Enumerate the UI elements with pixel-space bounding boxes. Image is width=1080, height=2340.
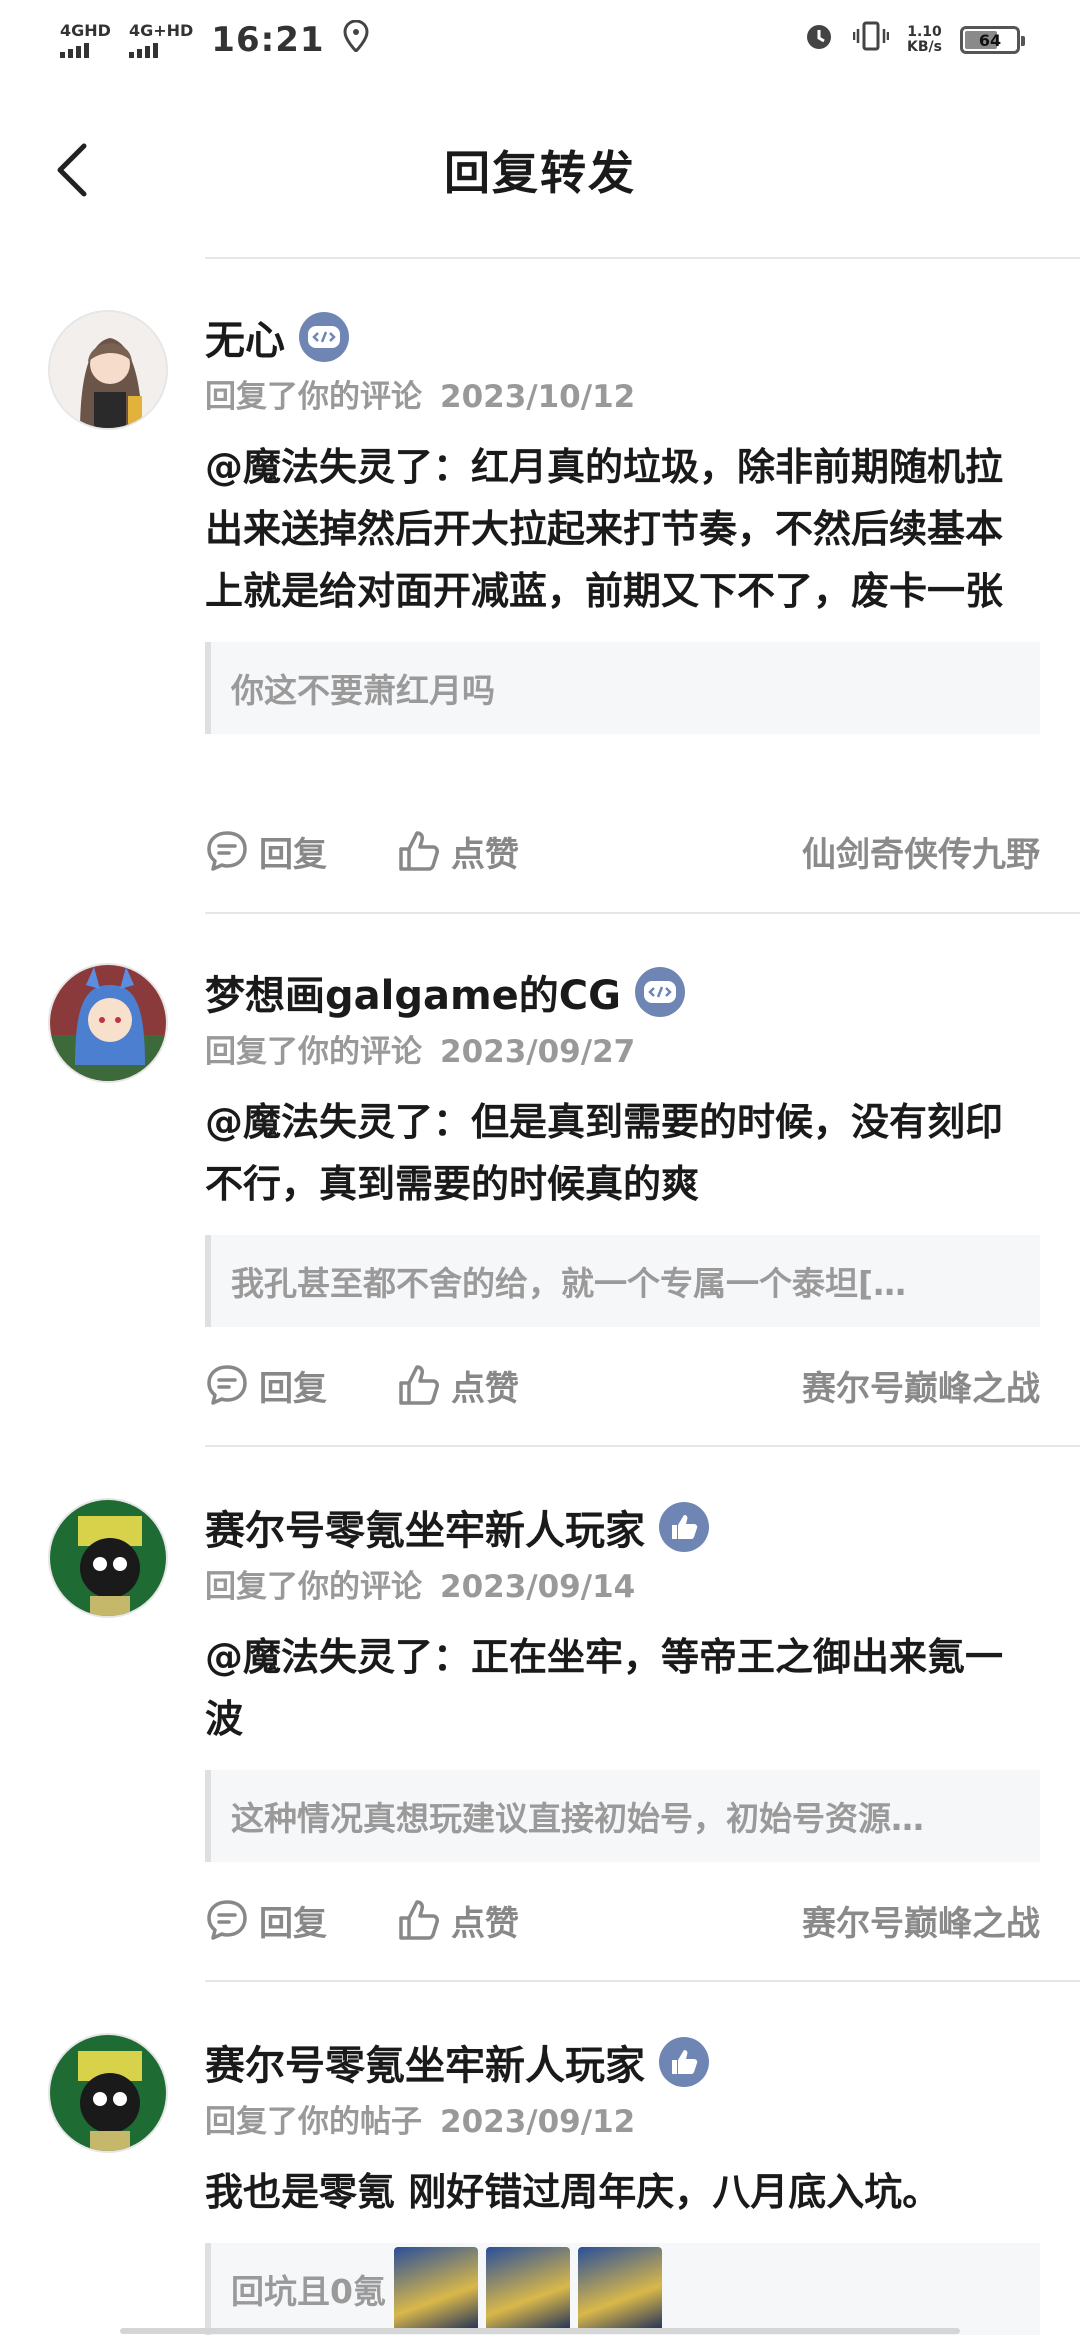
reply-text[interactable]: @魔法失灵了：正在坐牢，等帝王之御出来氪一波 xyxy=(205,1626,1040,1750)
quoted-post[interactable]: 回坑且0氪 xyxy=(205,2243,1040,2335)
alarm-icon xyxy=(803,20,835,60)
avatar[interactable] xyxy=(48,2033,168,2153)
thumbs-up-icon xyxy=(399,831,439,871)
reply-meta: 回复了你的评论 2023/09/14 xyxy=(205,1569,636,1605)
thumbs-up-badge-icon xyxy=(659,2037,709,2087)
battery-icon: 64 xyxy=(960,26,1025,54)
comment-icon xyxy=(207,1900,247,1940)
signal-2-icon: 4G+HD xyxy=(128,22,193,58)
user-name[interactable]: 赛尔号零氪坐牢新人玩家 xyxy=(205,1498,645,1556)
developer-badge-icon xyxy=(299,312,349,362)
home-indicator[interactable] xyxy=(120,2328,960,2334)
user-name[interactable]: 梦想画galgame的CG xyxy=(205,963,621,1021)
list-item[interactable]: 梦想画galgame的CG 回复了你的评论 2023/09/27 @魔法失灵了：但… xyxy=(0,955,1080,1445)
thumbs-up-badge-icon xyxy=(659,1502,709,1552)
comment-icon xyxy=(207,831,247,871)
network-speed: 1.10 KB/s xyxy=(907,24,942,55)
clock: 16:21 xyxy=(211,20,325,60)
reply-button[interactable]: 回复 xyxy=(205,1361,327,1410)
like-button[interactable]: 点赞 xyxy=(397,827,519,876)
action-bar: 回复 点赞 赛尔号巅峰之战 xyxy=(205,1350,1040,1420)
reply-meta: 回复了你的评论 2023/10/12 xyxy=(205,379,636,415)
comment-icon xyxy=(207,1365,247,1405)
thumbs-up-icon xyxy=(399,1900,439,1940)
user-name[interactable]: 无心 xyxy=(205,308,285,366)
reply-button[interactable]: 回复 xyxy=(205,827,327,876)
avatar[interactable] xyxy=(48,310,168,430)
reply-text[interactable]: @魔法失灵了：但是真到需要的时候，没有刻印不行，真到需要的时候真的爽 xyxy=(205,1091,1040,1215)
like-button[interactable]: 点赞 xyxy=(397,1361,519,1410)
divider xyxy=(205,257,1080,259)
source-game[interactable]: 仙剑奇侠传九野 xyxy=(802,827,1040,876)
avatar[interactable] xyxy=(48,963,168,1083)
post-text[interactable]: 我也是零氪 刚好错过周年庆，八月底入坑。 xyxy=(205,2161,1040,2223)
vibrate-icon xyxy=(852,20,890,60)
like-button[interactable]: 点赞 xyxy=(397,1896,519,1945)
list-item[interactable]: 赛尔号零氪坐牢新人玩家 回复了你的评论 2023/09/14 @魔法失灵了：正在坐… xyxy=(0,1490,1080,1980)
list-item[interactable]: 无心 回复了你的评论 2023/10/12 @魔法失灵了：红月真的垃圾，除非前期随… xyxy=(0,300,1080,912)
user-name[interactable]: 赛尔号零氪坐牢新人玩家 xyxy=(205,2033,645,2091)
image-thumbnail[interactable] xyxy=(577,2247,662,2331)
quoted-comment[interactable]: 这种情况真想玩建议直接初始号，初始号资源… xyxy=(205,1770,1040,1862)
image-thumbnail[interactable] xyxy=(485,2247,570,2331)
divider xyxy=(205,912,1080,914)
quoted-comment[interactable]: 我孔甚至都不舍的给，就一个专属一个泰坦[… xyxy=(205,1235,1040,1327)
quoted-comment[interactable]: 你这不要萧红月吗 xyxy=(205,642,1040,734)
action-bar: 回复 点赞 仙剑奇侠传九野 xyxy=(205,816,1040,886)
status-bar: 4GHD 4G+HD 16:21 1.10 KB/s 64 xyxy=(0,0,1080,80)
reply-text[interactable]: @魔法失灵了：红月真的垃圾，除非前期随机拉出来送掉然后开大拉起来打节奏，不然后续… xyxy=(205,436,1040,622)
top-bar: 回复转发 xyxy=(0,110,1080,230)
thumbs-up-icon xyxy=(399,1365,439,1405)
avatar[interactable] xyxy=(48,1498,168,1618)
reply-button[interactable]: 回复 xyxy=(205,1896,327,1945)
divider xyxy=(205,1445,1080,1447)
signal-1-icon: 4GHD xyxy=(60,22,111,58)
page-title: 回复转发 xyxy=(444,146,636,200)
image-thumbnail[interactable] xyxy=(393,2247,478,2331)
list-item[interactable]: 赛尔号零氪坐牢新人玩家 回复了你的帖子 2023/09/12 我也是零氪 刚好错过… xyxy=(0,2025,1080,2340)
source-game[interactable]: 赛尔号巅峰之战 xyxy=(802,1361,1040,1410)
chevron-left-icon xyxy=(57,143,87,197)
action-bar: 回复 点赞 赛尔号巅峰之战 xyxy=(205,1885,1040,1955)
source-game[interactable]: 赛尔号巅峰之战 xyxy=(802,1896,1040,1945)
developer-badge-icon xyxy=(634,967,685,1017)
back-button[interactable] xyxy=(40,138,104,202)
divider xyxy=(205,1980,1080,1982)
reply-meta: 回复了你的帖子 2023/09/12 xyxy=(205,2104,636,2140)
reply-meta: 回复了你的评论 2023/09/27 xyxy=(205,1034,636,1070)
location-icon xyxy=(343,19,369,60)
